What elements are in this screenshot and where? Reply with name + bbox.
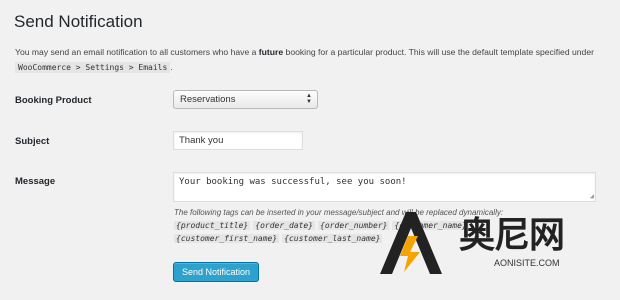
- message-textarea[interactable]: Your booking was successful, see you soo…: [173, 172, 596, 202]
- booking-product-label: Booking Product: [15, 95, 92, 106]
- intro-emphasis: future: [258, 47, 284, 57]
- subject-label: Subject: [15, 136, 50, 147]
- tag-item: {customer_last_name}: [282, 234, 383, 243]
- select-arrows-icon: ▲ ▼: [306, 93, 312, 105]
- send-notification-button[interactable]: Send Notification: [173, 262, 259, 282]
- resize-grip-icon[interactable]: ◢: [590, 193, 594, 200]
- watermark-logo-icon: [380, 212, 442, 274]
- watermark: 奥尼网 AONISITE.COM: [372, 206, 612, 276]
- intro-text: You may send an email notification to al…: [15, 47, 594, 73]
- tag-item: {order_date}: [253, 221, 316, 230]
- message-text: Your booking was successful, see you soo…: [179, 177, 407, 187]
- tag-item: {product_title}: [174, 221, 251, 230]
- message-label: Message: [15, 176, 56, 187]
- watermark-text: 奥尼网: [459, 215, 565, 256]
- subject-input[interactable]: Thank you: [173, 131, 303, 150]
- tag-item: {customer_first_name}: [174, 234, 280, 243]
- settings-path: WooCommerce > Settings > Emails: [15, 62, 171, 73]
- page-title: Send Notification: [14, 12, 143, 31]
- watermark-sub: AONISITE.COM: [494, 258, 560, 268]
- booking-product-value: Reservations: [180, 94, 236, 105]
- booking-product-select[interactable]: Reservations ▲ ▼: [173, 90, 318, 109]
